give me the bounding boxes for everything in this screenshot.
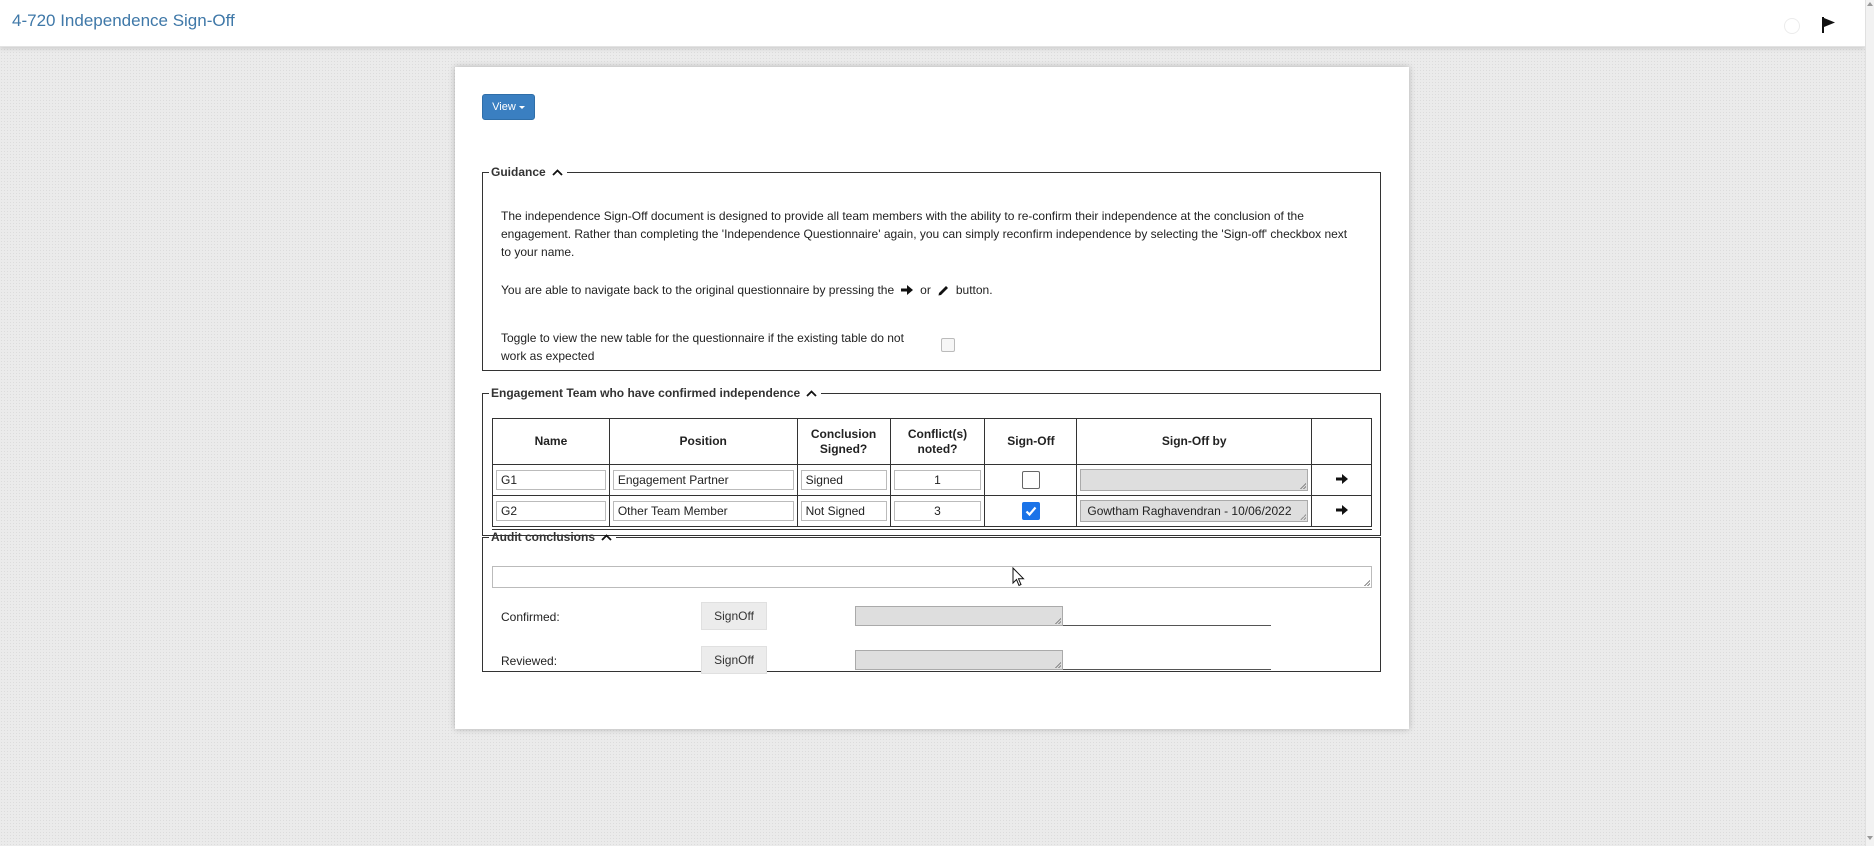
chevron-up-icon[interactable] bbox=[552, 168, 563, 176]
guidance-navigation-or: or bbox=[920, 283, 931, 297]
sign-off-by-field bbox=[1080, 469, 1309, 491]
guidance-legend: Guidance bbox=[489, 165, 567, 179]
sign-off-by-value: Gowtham Raghavendran - 10/06/2022 bbox=[1087, 504, 1292, 518]
spinner-icon bbox=[1784, 18, 1800, 34]
vertical-scrollbar[interactable] bbox=[1865, 0, 1874, 846]
top-bar: 4-720 Independence Sign-Off bbox=[0, 0, 1865, 47]
arrow-right-icon bbox=[1335, 473, 1348, 484]
confirmed-signature-field bbox=[855, 606, 1063, 626]
table-header-row: Name Position Conclusion Signed? Conflic… bbox=[492, 418, 1372, 465]
confirmed-signoff-button[interactable]: SignOff bbox=[701, 602, 767, 630]
confirmed-signature-line bbox=[1063, 625, 1271, 626]
mouse-cursor-icon bbox=[1012, 567, 1025, 587]
column-header-conflicts-noted: Conflict(s) noted? bbox=[889, 418, 986, 465]
caret-down-icon bbox=[518, 105, 525, 109]
confirmed-label: Confirmed: bbox=[501, 610, 560, 624]
conflicts-field[interactable]: 3 bbox=[893, 501, 982, 521]
toggle-new-table-label: Toggle to view the new table for the que… bbox=[501, 331, 904, 363]
column-header-actions bbox=[1311, 418, 1372, 465]
guidance-navigation-text: You are able to navigate back to the ori… bbox=[501, 281, 993, 299]
guidance-paragraph: The independence Sign-Off document is de… bbox=[501, 209, 1348, 259]
reviewed-signature-field bbox=[855, 650, 1063, 670]
column-header-position: Position bbox=[608, 418, 798, 465]
engagement-team-section: Engagement Team who have confirmed indep… bbox=[482, 386, 1381, 536]
team-legend-label: Engagement Team who have confirmed indep… bbox=[491, 386, 801, 400]
reviewed-signature-line bbox=[1063, 669, 1271, 670]
page-title: 4-720 Independence Sign-Off bbox=[12, 11, 235, 30]
column-header-sign-off-by: Sign-Off by bbox=[1076, 418, 1313, 465]
view-dropdown-button[interactable]: View bbox=[482, 94, 535, 120]
resize-handle-icon[interactable] bbox=[1055, 618, 1061, 624]
scroll-up-arrow-icon[interactable] bbox=[1867, 2, 1873, 6]
guidance-navigation-after: button. bbox=[955, 283, 993, 297]
sign-off-checkbox[interactable] bbox=[1021, 502, 1040, 520]
position-field[interactable]: Engagement Partner bbox=[612, 470, 794, 490]
column-header-conclusion-signed: Conclusion Signed? bbox=[796, 418, 891, 465]
reviewed-signoff-button[interactable]: SignOff bbox=[701, 646, 767, 674]
scroll-down-arrow-icon[interactable] bbox=[1867, 836, 1873, 840]
chevron-up-icon[interactable] bbox=[601, 533, 612, 541]
audit-legend-label: Audit conclusions bbox=[491, 530, 596, 544]
checkmark-icon bbox=[1025, 506, 1037, 517]
reviewed-label: Reviewed: bbox=[501, 654, 558, 668]
pencil-icon bbox=[938, 285, 948, 295]
conclusion-signed-field[interactable]: Signed bbox=[800, 470, 887, 490]
resize-handle-icon[interactable] bbox=[1055, 662, 1061, 668]
audit-conclusions-section: Audit conclusions Confirmed: SignOff Rev… bbox=[482, 530, 1381, 674]
sign-off-checkbox[interactable] bbox=[1021, 471, 1040, 489]
arrow-right-icon bbox=[1335, 504, 1348, 515]
table-row: G1 Engagement Partner Signed 1 bbox=[492, 464, 1372, 496]
resize-handle-icon[interactable] bbox=[1300, 514, 1307, 520]
view-button-label: View bbox=[492, 101, 516, 113]
guidance-legend-label: Guidance bbox=[491, 165, 546, 179]
table-row: G2 Other Team Member Not Signed 3 Gowtha… bbox=[492, 495, 1372, 527]
guidance-navigation-before: You are able to navigate back to the ori… bbox=[501, 283, 895, 297]
guidance-section: Guidance The independence Sign-Off docum… bbox=[482, 165, 1381, 371]
audit-conclusions-textarea[interactable] bbox=[492, 566, 1372, 588]
position-field[interactable]: Other Team Member bbox=[612, 501, 794, 521]
name-field[interactable]: G1 bbox=[496, 470, 606, 490]
team-legend: Engagement Team who have confirmed indep… bbox=[489, 386, 821, 400]
conflicts-field[interactable]: 1 bbox=[893, 470, 982, 490]
navigate-questionnaire-button[interactable] bbox=[1311, 495, 1372, 527]
column-header-name: Name bbox=[492, 418, 610, 465]
flag-icon[interactable] bbox=[1819, 16, 1837, 34]
engagement-team-table: Name Position Conclusion Signed? Conflic… bbox=[492, 418, 1372, 527]
name-field[interactable]: G2 bbox=[496, 501, 606, 521]
resize-handle-icon[interactable] bbox=[1300, 483, 1307, 489]
conclusion-signed-field[interactable]: Not Signed bbox=[800, 501, 887, 521]
chevron-up-icon[interactable] bbox=[806, 389, 817, 397]
document-card: View Guidance The independence Sign-Off … bbox=[455, 67, 1409, 729]
sign-off-by-field: Gowtham Raghavendran - 10/06/2022 bbox=[1080, 500, 1309, 522]
navigate-questionnaire-button[interactable] bbox=[1311, 464, 1372, 496]
audit-legend: Audit conclusions bbox=[489, 530, 616, 544]
column-header-sign-off: Sign-Off bbox=[984, 418, 1078, 465]
toggle-new-table-checkbox[interactable] bbox=[941, 338, 955, 352]
resize-handle-icon[interactable] bbox=[1364, 580, 1370, 586]
arrow-right-icon bbox=[901, 285, 914, 295]
